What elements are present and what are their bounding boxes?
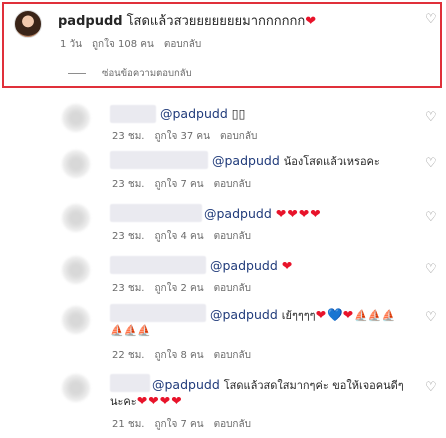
reply-button[interactable]: ตอบกลับ bbox=[164, 39, 201, 50]
comment-time: 1 วัน bbox=[60, 39, 82, 50]
blurred-username[interactable] bbox=[110, 304, 206, 322]
heart-outline-icon[interactable]: ♡ bbox=[425, 111, 437, 124]
avatar[interactable] bbox=[62, 256, 90, 284]
heart-emoji: ❤ bbox=[305, 14, 317, 29]
likes-count[interactable]: ถูกใจ 8 คน bbox=[154, 350, 203, 361]
heart-outline-icon[interactable]: ♡ bbox=[425, 13, 437, 26]
likes-count[interactable]: ถูกใจ 4 คน bbox=[154, 231, 203, 242]
likes-count[interactable]: ถูกใจ 2 คน bbox=[154, 283, 203, 294]
reply-meta: 22 ชม. ถูกใจ 8 คน ตอบกลับ bbox=[112, 348, 261, 363]
heart-emoji: ❤ bbox=[281, 258, 294, 273]
reply-time: 21 ชม. bbox=[112, 419, 145, 430]
blurred-username[interactable] bbox=[110, 204, 202, 222]
divider-line bbox=[68, 73, 86, 74]
reply-body-line2: นะคะ bbox=[110, 395, 137, 408]
reply-meta: 23 ชม. ถูกใจ 4 คน ตอบกลับ bbox=[112, 229, 261, 244]
likes-count[interactable]: ถูกใจ 108 คน bbox=[92, 39, 154, 50]
likes-count[interactable]: ถูกใจ 7 คน bbox=[154, 419, 203, 430]
avatar[interactable] bbox=[62, 374, 90, 402]
mention[interactable]: @padpudd bbox=[210, 258, 278, 273]
reply-body: น้องโสดแล้วเหรอคะ bbox=[283, 155, 380, 168]
reply-text-line2: นะคะ❤❤❤❤ bbox=[110, 392, 183, 410]
reply-button[interactable]: ตอบกลับ bbox=[220, 131, 257, 142]
blurred-username[interactable] bbox=[110, 256, 206, 274]
heart-emojis: ❤❤❤❤ bbox=[136, 393, 183, 408]
reply-time: 23 ชม. bbox=[112, 179, 145, 190]
mention[interactable]: @padpudd bbox=[212, 153, 280, 168]
reply-text: @padpudd ▯▯ bbox=[160, 106, 246, 121]
reply-time: 22 ชม. bbox=[112, 350, 145, 361]
avatar[interactable] bbox=[14, 10, 42, 38]
reply-time: 23 ชม. bbox=[112, 231, 145, 242]
hide-replies-button[interactable]: ซ่อนข้อความตอบกลับ bbox=[102, 66, 192, 81]
reply-body: เย้ๆๆๆๆ bbox=[281, 309, 316, 322]
avatar[interactable] bbox=[62, 104, 90, 132]
reply-meta: 21 ชม. ถูกใจ 7 คน ตอบกลับ bbox=[112, 417, 261, 432]
reply-body: ▯▯ bbox=[231, 106, 246, 121]
blurred-username[interactable] bbox=[110, 151, 208, 169]
reply-button[interactable]: ตอบกลับ bbox=[214, 231, 251, 242]
heart-emoji: ❤ bbox=[315, 307, 328, 322]
likes-count[interactable]: ถูกใจ 7 คน bbox=[154, 179, 203, 190]
reply-text: @padpudd ❤❤❤❤ bbox=[204, 206, 322, 221]
heart-outline-icon[interactable]: ♡ bbox=[425, 263, 437, 276]
heart-emojis: ❤❤❤❤ bbox=[275, 206, 322, 221]
main-comment-meta: 1 วัน ถูกใจ 108 คน ตอบกลับ bbox=[60, 37, 211, 52]
reply-time: 23 ชม. bbox=[112, 283, 145, 294]
main-comment-text: padpudd โสดแล้วสวยยยยยยยมากกกกกก❤ bbox=[58, 10, 316, 31]
mention[interactable]: @padpudd bbox=[152, 377, 220, 392]
reply-text: @padpudd น้องโสดแล้วเหรอคะ bbox=[212, 152, 380, 170]
reply-text: @padpudd ❤ bbox=[210, 258, 293, 273]
reply-meta: 23 ชม. ถูกใจ 2 คน ตอบกลับ bbox=[112, 281, 261, 296]
heart-outline-icon[interactable]: ♡ bbox=[425, 311, 437, 324]
reply-button[interactable]: ตอบกลับ bbox=[214, 350, 251, 361]
sailboat-emojis: ⛵⛵⛵ bbox=[354, 309, 396, 322]
heart-outline-icon[interactable]: ♡ bbox=[425, 211, 437, 224]
blurred-username[interactable] bbox=[110, 374, 150, 392]
username[interactable]: padpudd bbox=[58, 14, 123, 29]
heart-outline-icon[interactable]: ♡ bbox=[425, 157, 437, 170]
sailboat-emojis-line2: ⛵⛵⛵ bbox=[110, 324, 152, 337]
reply-body: โสดแล้วสดใสมากๆค่ะ ขอให้เจอคนดีๆ bbox=[223, 379, 404, 392]
reply-text: @padpudd โสดแล้วสดใสมากๆค่ะ ขอให้เจอคนดี… bbox=[152, 376, 404, 394]
heart-outline-icon[interactable]: ♡ bbox=[425, 381, 437, 394]
avatar[interactable] bbox=[62, 306, 90, 334]
reply-time: 23 ชม. bbox=[112, 131, 145, 142]
avatar[interactable] bbox=[62, 150, 90, 178]
reply-meta: 23 ชม. ถูกใจ 7 คน ตอบกลับ bbox=[112, 177, 261, 192]
reply-meta: 23 ชม. ถูกใจ 37 คน ตอบกลับ bbox=[112, 129, 267, 144]
mention[interactable]: @padpudd bbox=[160, 106, 228, 121]
reply-button[interactable]: ตอบกลับ bbox=[214, 283, 251, 294]
avatar[interactable] bbox=[62, 204, 90, 232]
likes-count[interactable]: ถูกใจ 37 คน bbox=[154, 131, 209, 142]
blue-heart-emoji: 💙 bbox=[327, 307, 343, 322]
comment-body: โสดแล้วสวยยยยยยยมากกกกกก bbox=[126, 14, 306, 29]
blurred-username[interactable] bbox=[110, 105, 156, 123]
reply-text: @padpudd เย้ๆๆๆๆ❤💙❤⛵⛵⛵ bbox=[210, 306, 395, 324]
mention[interactable]: @padpudd bbox=[204, 206, 272, 221]
reply-button[interactable]: ตอบกลับ bbox=[214, 179, 251, 190]
heart-emoji: ❤ bbox=[342, 307, 355, 322]
mention[interactable]: @padpudd bbox=[210, 307, 278, 322]
reply-button[interactable]: ตอบกลับ bbox=[214, 419, 251, 430]
